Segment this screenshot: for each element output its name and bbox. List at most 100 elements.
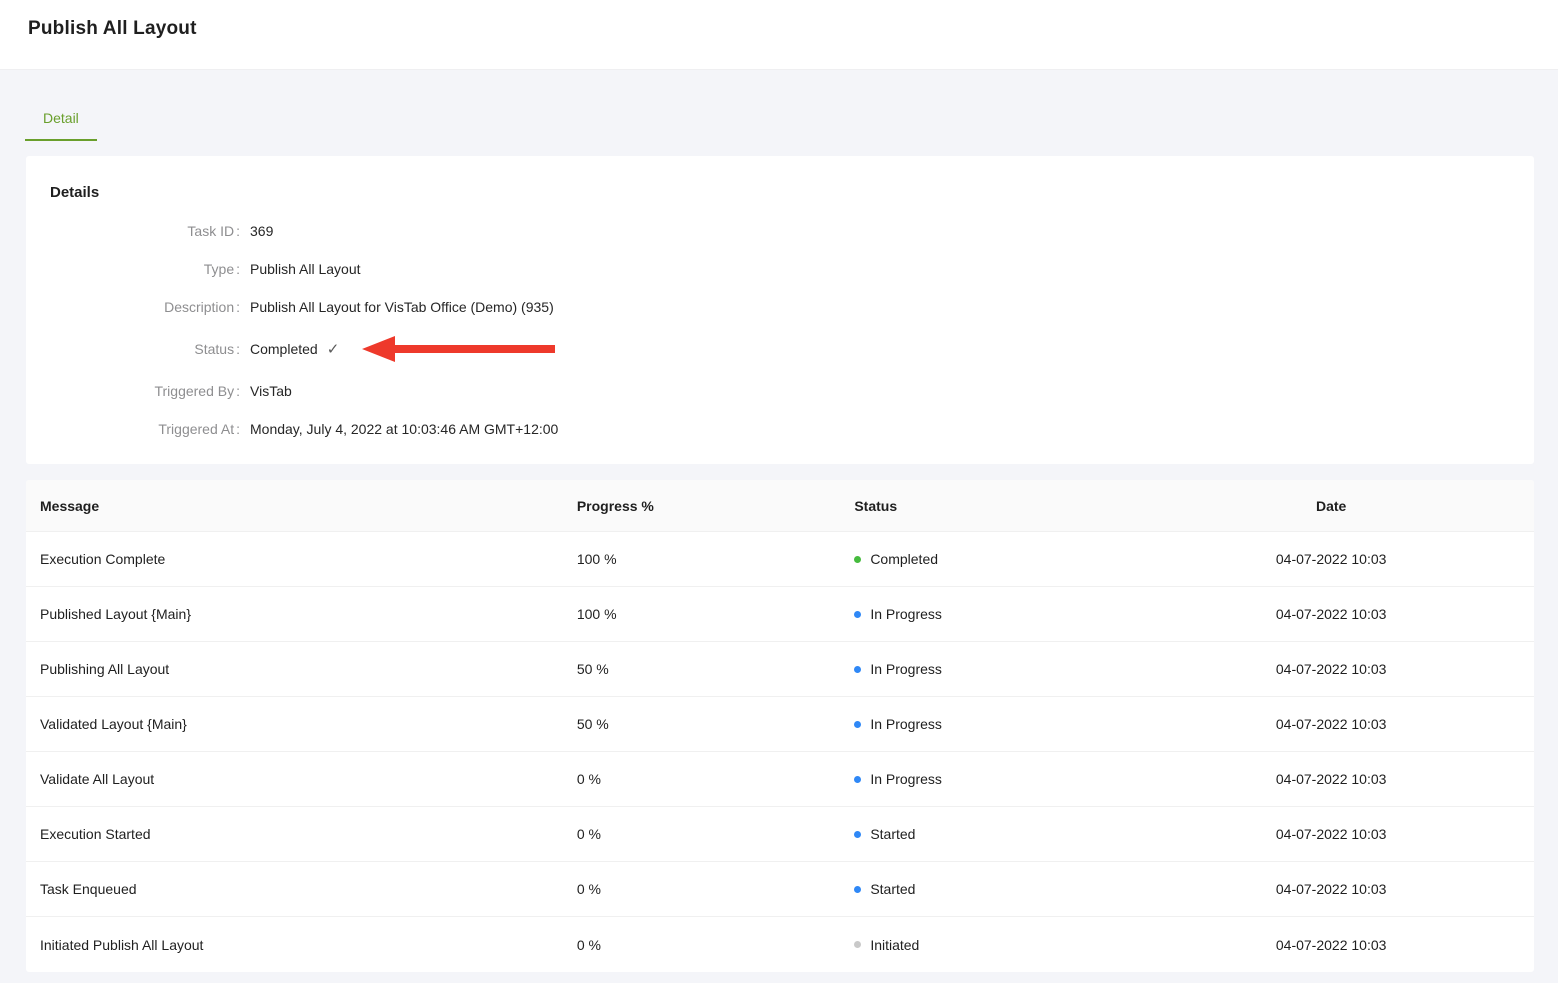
status-label: Completed <box>870 551 938 567</box>
label-colon: : <box>236 223 240 239</box>
progress-cell: 100 % <box>563 551 840 567</box>
label-colon: : <box>236 299 240 315</box>
table-row: Initiated Publish All Layout 0 % Initiat… <box>26 917 1534 972</box>
date-cell: 04-07-2022 10:03 <box>1128 771 1534 787</box>
detail-field-value: VisTab <box>250 383 292 399</box>
tab-bar: Detail <box>0 70 1558 141</box>
table-row: Task Enqueued 0 % Started 04-07-2022 10:… <box>26 862 1534 917</box>
table-row: Execution Complete 100 % Completed 04-07… <box>26 532 1534 587</box>
detail-field-label: Description: <box>50 299 240 315</box>
column-header-status: Status <box>840 498 1128 514</box>
status-label: In Progress <box>870 606 942 622</box>
label-text: Task ID <box>187 223 234 239</box>
status-dot-icon <box>854 721 861 728</box>
column-header-date: Date <box>1128 498 1534 514</box>
detail-field-value: Publish All Layout for VisTab Office (De… <box>250 299 554 315</box>
label-text: Description <box>164 299 234 315</box>
detail-field-label: Status: <box>50 341 240 357</box>
message-cell: Validated Layout {Main} <box>26 716 563 732</box>
table-row: Validated Layout {Main} 50 % In Progress… <box>26 697 1534 752</box>
detail-field-value: Monday, July 4, 2022 at 10:03:46 AM GMT+… <box>250 421 558 437</box>
tab-detail[interactable]: Detail <box>25 110 97 141</box>
message-cell: Validate All Layout <box>26 771 563 787</box>
label-colon: : <box>236 421 240 437</box>
label-text: Status <box>194 341 234 357</box>
details-card: Details Task ID: 369 Type: Publish All L… <box>26 156 1534 464</box>
label-text: Triggered By <box>154 383 234 399</box>
table-row: Publishing All Layout 50 % In Progress 0… <box>26 642 1534 697</box>
detail-field-label: Task ID: <box>50 223 240 239</box>
label-colon: : <box>236 341 240 357</box>
status-label: In Progress <box>870 661 942 677</box>
details-card-title: Details <box>50 184 1510 201</box>
table-row: Published Layout {Main} 100 % In Progres… <box>26 587 1534 642</box>
status-label: In Progress <box>870 716 942 732</box>
column-header-message: Message <box>26 498 563 514</box>
status-label: In Progress <box>870 771 942 787</box>
status-cell: In Progress <box>840 661 1128 677</box>
date-cell: 04-07-2022 10:03 <box>1128 826 1534 842</box>
progress-cell: 50 % <box>563 661 840 677</box>
status-label: Started <box>870 881 915 897</box>
status-cell: Initiated <box>840 937 1128 953</box>
detail-field-task-id: Task ID: 369 <box>50 221 1510 241</box>
progress-cell: 0 % <box>563 937 840 953</box>
detail-field-triggered-by: Triggered By: VisTab <box>50 381 1510 401</box>
date-cell: 04-07-2022 10:03 <box>1128 881 1534 897</box>
progress-table: Message Progress % Status Date Execution… <box>26 480 1534 972</box>
detail-field-value: 369 <box>250 223 273 239</box>
table-row: Validate All Layout 0 % In Progress 04-0… <box>26 752 1534 807</box>
date-cell: 04-07-2022 10:03 <box>1128 937 1534 953</box>
message-cell: Initiated Publish All Layout <box>26 937 563 953</box>
message-cell: Task Enqueued <box>26 881 563 897</box>
status-dot-icon <box>854 776 861 783</box>
message-cell: Publishing All Layout <box>26 661 563 677</box>
message-cell: Published Layout {Main} <box>26 606 563 622</box>
date-cell: 04-07-2022 10:03 <box>1128 661 1534 677</box>
status-dot-icon <box>854 886 861 893</box>
detail-field-description: Description: Publish All Layout for VisT… <box>50 297 1510 317</box>
label-colon: : <box>236 383 240 399</box>
status-label: Initiated <box>870 937 919 953</box>
label-text: Triggered At <box>158 421 234 437</box>
progress-cell: 50 % <box>563 716 840 732</box>
detail-field-label: Type: <box>50 261 240 277</box>
progress-cell: 0 % <box>563 826 840 842</box>
status-cell: In Progress <box>840 606 1128 622</box>
message-cell: Execution Complete <box>26 551 563 567</box>
progress-cell: 100 % <box>563 606 840 622</box>
label-colon: : <box>236 261 240 277</box>
status-dot-icon <box>854 666 861 673</box>
status-dot-icon <box>854 831 861 838</box>
detail-field-label: Triggered At: <box>50 421 240 437</box>
status-cell: In Progress <box>840 716 1128 732</box>
status-cell: Started <box>840 881 1128 897</box>
status-label: Started <box>870 826 915 842</box>
message-cell: Execution Started <box>26 826 563 842</box>
red-arrow-annotation-icon <box>362 335 555 363</box>
table-header-row: Message Progress % Status Date <box>26 480 1534 532</box>
status-cell: Completed <box>840 551 1128 567</box>
date-cell: 04-07-2022 10:03 <box>1128 716 1534 732</box>
detail-field-type: Type: Publish All Layout <box>50 259 1510 279</box>
status-dot-icon <box>854 941 861 948</box>
label-text: Type <box>204 261 234 277</box>
checkmark-icon: ✓ <box>327 340 340 358</box>
detail-field-triggered-at: Triggered At: Monday, July 4, 2022 at 10… <box>50 419 1510 439</box>
page-header: Publish All Layout <box>0 0 1558 70</box>
status-value: Completed <box>250 341 318 357</box>
status-cell: In Progress <box>840 771 1128 787</box>
column-header-progress: Progress % <box>563 498 840 514</box>
status-dot-icon <box>854 611 861 618</box>
date-cell: 04-07-2022 10:03 <box>1128 606 1534 622</box>
status-dot-icon <box>854 556 861 563</box>
detail-field-value: Publish All Layout <box>250 261 361 277</box>
status-cell: Started <box>840 826 1128 842</box>
detail-field-label: Triggered By: <box>50 383 240 399</box>
progress-cell: 0 % <box>563 771 840 787</box>
detail-field-status: Status: Completed ✓ <box>50 335 1510 363</box>
progress-cell: 0 % <box>563 881 840 897</box>
page-title: Publish All Layout <box>28 18 1558 40</box>
table-row: Execution Started 0 % Started 04-07-2022… <box>26 807 1534 862</box>
details-list: Task ID: 369 Type: Publish All Layout De… <box>50 221 1510 439</box>
